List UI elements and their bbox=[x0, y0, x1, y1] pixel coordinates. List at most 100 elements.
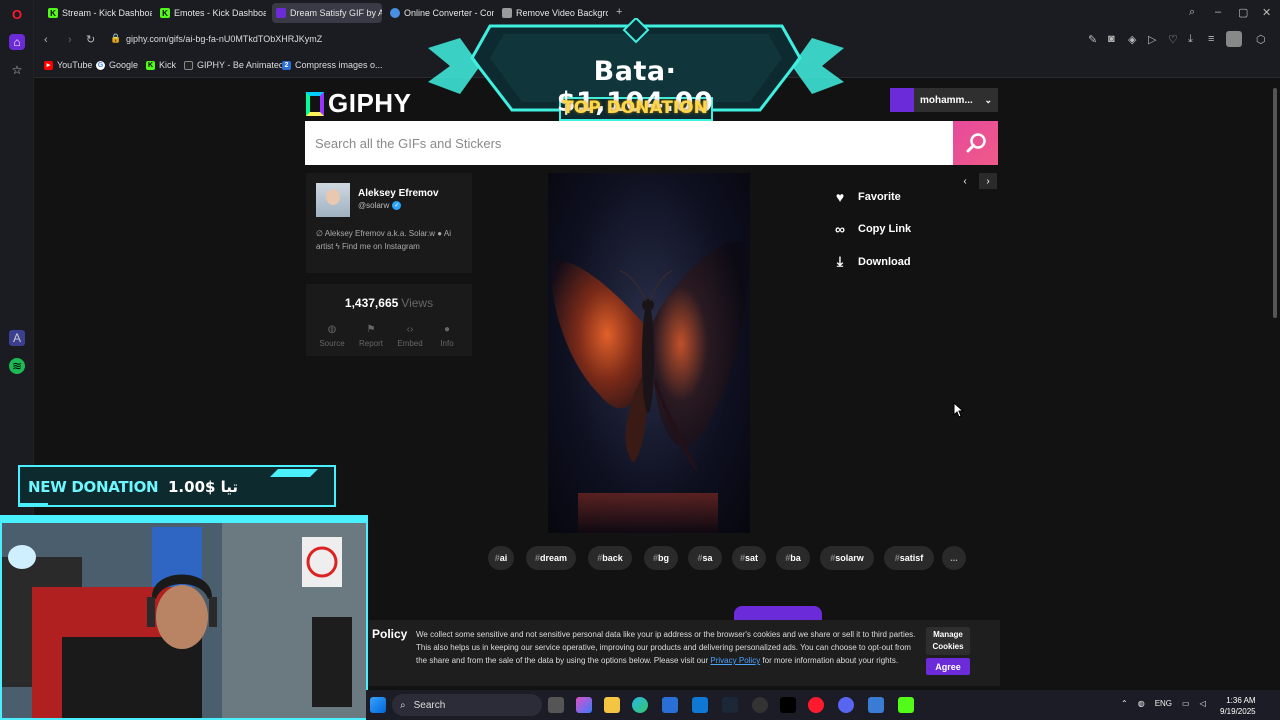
copy-link-label: Copy Link bbox=[858, 223, 912, 235]
search-input[interactable] bbox=[305, 135, 953, 151]
giphy-logo[interactable]: GIPHY bbox=[306, 88, 411, 119]
embed-button[interactable]: ‹› Embed bbox=[390, 324, 430, 348]
giphy-logo-icon bbox=[306, 91, 324, 116]
camera-icon[interactable]: ◙ bbox=[1108, 33, 1115, 45]
speaker-icon[interactable]: ◁ bbox=[1200, 699, 1206, 708]
compress-icon: 2 bbox=[282, 60, 291, 70]
close-icon[interactable]: ✕ bbox=[1262, 6, 1271, 19]
minimize-icon[interactable]: – bbox=[1215, 6, 1221, 18]
file-explorer-icon[interactable] bbox=[604, 697, 620, 713]
info-button[interactable]: ● Info bbox=[427, 324, 467, 348]
tag-chip[interactable]: # ai bbox=[488, 546, 514, 570]
reload-icon[interactable]: ↻ bbox=[86, 33, 95, 46]
clock[interactable]: 1:36 AM 9/19/2025 bbox=[1220, 695, 1256, 717]
tag-chip[interactable]: # solarw bbox=[820, 546, 874, 570]
bookmark-kick[interactable]: K Kick bbox=[146, 60, 176, 70]
page-scrollbar[interactable] bbox=[1270, 78, 1280, 690]
opera-logo-icon[interactable]: O bbox=[9, 6, 25, 22]
tag-chip[interactable]: # back bbox=[588, 546, 632, 570]
gif-player[interactable] bbox=[548, 173, 750, 533]
bookmark-compress[interactable]: 2 Compress images o... bbox=[282, 60, 383, 70]
user-menu-button[interactable]: mohamm... ⌄ bbox=[890, 88, 998, 112]
creator-name[interactable]: Aleksey Efremov bbox=[358, 188, 439, 199]
creator-avatar[interactable] bbox=[316, 183, 350, 217]
aria-icon[interactable]: A bbox=[9, 330, 25, 346]
bookmark-google[interactable]: G Google bbox=[96, 60, 138, 70]
chevron-down-icon: ⌄ bbox=[984, 94, 992, 105]
bookmark-label: Google bbox=[109, 60, 139, 70]
scrollbar-thumb[interactable] bbox=[1273, 88, 1277, 318]
username: mohamm... bbox=[920, 94, 973, 106]
home-icon[interactable]: ⌂ bbox=[9, 34, 25, 50]
search-tabs-icon[interactable]: ⌕ bbox=[1189, 6, 1195, 19]
agree-button[interactable]: Agree bbox=[926, 658, 970, 675]
lock-icon: 🔒 bbox=[110, 33, 122, 43]
download-icon[interactable]: ⤓ bbox=[1188, 33, 1193, 46]
tab-label: Stream - Kick Dashboard bbox=[62, 8, 152, 18]
language-indicator[interactable]: ENG bbox=[1155, 699, 1172, 708]
bookmark-giphy[interactable]: GIPHY - Be Animated bbox=[184, 60, 284, 70]
kick-app-icon[interactable] bbox=[898, 697, 914, 713]
extensions-icon[interactable]: ⬡ bbox=[1256, 33, 1266, 46]
user-avatar bbox=[890, 88, 914, 112]
maximize-icon[interactable]: ▢ bbox=[1238, 6, 1248, 19]
tab-giphy-dream[interactable]: Dream Satisfy GIF by Alek bbox=[272, 3, 382, 23]
manage-cookies-button[interactable]: Manage Cookies bbox=[926, 627, 970, 655]
edge-icon[interactable] bbox=[632, 697, 648, 713]
menu-icon[interactable]: ≡ bbox=[1208, 33, 1214, 45]
youtube-icon: ▸ bbox=[44, 60, 53, 70]
search-button[interactable] bbox=[953, 121, 998, 165]
tags-more-button[interactable]: ... bbox=[942, 546, 966, 570]
prev-gif-button[interactable]: ‹ bbox=[956, 173, 974, 189]
tag-chip[interactable]: # sat bbox=[732, 546, 766, 570]
profile-avatar-icon[interactable] bbox=[1226, 31, 1242, 47]
play-icon[interactable]: ▷ bbox=[1148, 33, 1156, 46]
creator-handle[interactable]: @solarw ✓ bbox=[358, 201, 402, 210]
microphone-icon[interactable]: ◍ bbox=[1138, 699, 1145, 708]
app-icon[interactable] bbox=[752, 697, 768, 713]
steam-icon[interactable] bbox=[722, 697, 738, 713]
next-gif-button[interactable]: › bbox=[979, 173, 997, 189]
store-icon[interactable] bbox=[662, 697, 678, 713]
back-icon[interactable]: ‹ bbox=[44, 34, 48, 46]
chevron-up-icon[interactable]: ⌃ bbox=[1121, 699, 1128, 708]
opera-icon[interactable] bbox=[808, 697, 824, 713]
edit-icon[interactable]: ✎ bbox=[1088, 33, 1097, 46]
tag-chip[interactable]: # satisf bbox=[884, 546, 934, 570]
cookie-text: We collect some sensitive and not sensit… bbox=[416, 628, 916, 667]
tag-chip[interactable]: # sa bbox=[688, 546, 722, 570]
shield-icon[interactable]: ◈ bbox=[1128, 33, 1136, 46]
display-icon[interactable]: ▭ bbox=[1182, 699, 1190, 708]
copy-link-button[interactable]: ∞ Copy Link bbox=[832, 221, 911, 237]
privacy-policy-link[interactable]: Privacy Policy bbox=[710, 656, 760, 665]
cookie-title: Policy bbox=[372, 627, 408, 641]
tag-label: back bbox=[602, 553, 623, 563]
tag-chip[interactable]: # dream bbox=[526, 546, 576, 570]
tiktok-icon[interactable] bbox=[780, 697, 796, 713]
code-icon: ‹› bbox=[406, 324, 414, 335]
report-button[interactable]: ⚑ Report bbox=[351, 324, 391, 348]
tag-chip[interactable]: # ba bbox=[776, 546, 810, 570]
bookmark-youtube[interactable]: ▸ YouTube bbox=[44, 60, 92, 70]
windows-start-icon[interactable] bbox=[370, 697, 386, 713]
cookie-text-after: for more information about your rights. bbox=[760, 656, 899, 665]
discord-icon[interactable] bbox=[838, 697, 854, 713]
tab-emotes-kick[interactable]: K Emotes - Kick Dashboard bbox=[156, 3, 266, 23]
task-view-icon[interactable] bbox=[548, 697, 564, 713]
copilot-icon[interactable] bbox=[576, 697, 592, 713]
outlook-icon[interactable] bbox=[692, 697, 708, 713]
new-tab-icon[interactable]: + bbox=[616, 6, 622, 18]
url-field[interactable]: giphy.com/gifs/ai-bg-fa-nU0MTkdTObXHRJKy… bbox=[126, 34, 322, 44]
forward-icon[interactable]: › bbox=[68, 34, 72, 46]
star-icon[interactable]: ☆ bbox=[9, 62, 25, 78]
source-button[interactable]: ◍ Source bbox=[312, 324, 352, 348]
heart-icon[interactable]: ♡ bbox=[1168, 33, 1178, 46]
tag-chip[interactable]: # bg bbox=[644, 546, 678, 570]
search-icon bbox=[966, 133, 986, 153]
favorite-button[interactable]: ♥ Favorite bbox=[832, 189, 901, 205]
taskbar-search[interactable]: ⌕ Search bbox=[392, 694, 542, 716]
tab-stream-kick[interactable]: K Stream - Kick Dashboard bbox=[44, 3, 152, 23]
spotify-icon[interactable]: ≋ bbox=[9, 358, 25, 374]
vpn-icon[interactable] bbox=[868, 697, 884, 713]
download-button[interactable]: ⤓ Download bbox=[832, 253, 911, 270]
